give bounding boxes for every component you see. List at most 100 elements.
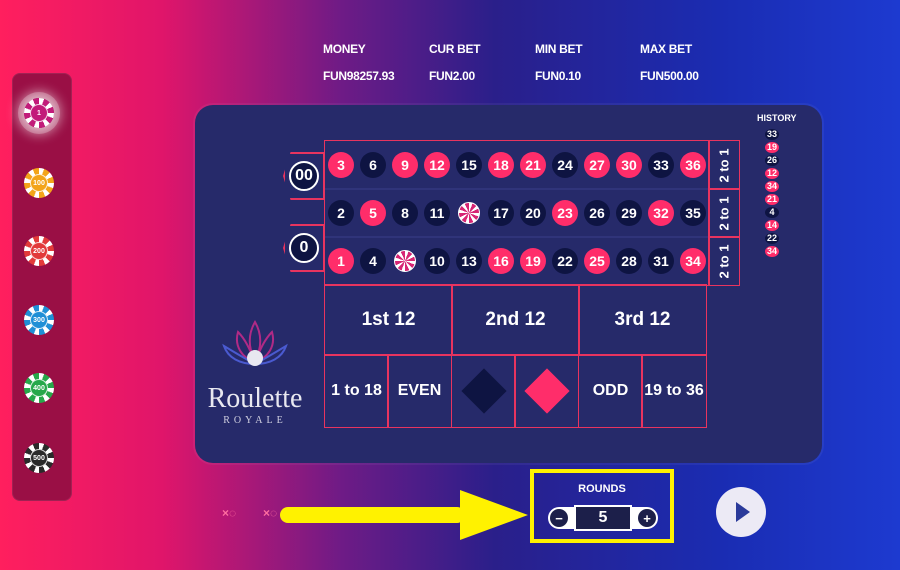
number-label: 20 <box>520 200 546 226</box>
number-cell[interactable]: 36 <box>677 141 709 189</box>
number-cell[interactable]: 32 <box>645 189 677 237</box>
lotus-icon <box>222 320 288 366</box>
number-label: 9 <box>392 152 418 178</box>
history-item: 33 <box>765 129 779 140</box>
column-bet-middle[interactable]: 2 to 1 <box>708 188 740 238</box>
number-cell[interactable]: 4 <box>357 237 389 285</box>
play-button[interactable] <box>716 487 766 537</box>
history-item: 12 <box>765 168 779 179</box>
number-cell[interactable]: 23 <box>549 189 581 237</box>
chip-1-label: 1 <box>37 109 41 117</box>
clear-bets-icon[interactable]: ×◌ <box>222 506 236 520</box>
number-cell[interactable]: 3 <box>325 141 357 189</box>
chip-300[interactable]: 300 <box>24 305 54 335</box>
chip-500[interactable]: 500 <box>24 443 54 473</box>
number-cell[interactable]: 12 <box>421 141 453 189</box>
number-label: 28 <box>616 248 642 274</box>
number-cell[interactable]: 34 <box>677 237 709 285</box>
number-cell[interactable]: 11 <box>421 189 453 237</box>
column-bet-bottom[interactable]: 2 to 1 <box>708 236 740 286</box>
bet-1-to-18[interactable]: 1 to 18 <box>324 354 389 428</box>
number-label: 23 <box>552 200 578 226</box>
bet-even[interactable]: EVEN <box>387 354 452 428</box>
number-cell[interactable]: 2 <box>325 189 357 237</box>
rounds-minus-button[interactable]: − <box>550 509 568 527</box>
double-zero-bet[interactable]: 00 <box>283 152 325 200</box>
annotation-arrow <box>280 490 528 540</box>
number-cell[interactable]: 15 <box>453 141 485 189</box>
max-bet-stat: MAX BET FUN500.00 <box>640 42 699 83</box>
chip-200[interactable]: 200 <box>24 236 54 266</box>
chip-400-label: 400 <box>33 384 45 392</box>
number-cell[interactable]: 17 <box>485 189 517 237</box>
history-panel: HISTORY 33 19 26 12 34 21 4 14 22 34 <box>757 113 797 259</box>
history-item: 21 <box>765 194 779 205</box>
number-cell[interactable]: 21 <box>517 141 549 189</box>
number-cell[interactable]: 9 <box>389 141 421 189</box>
number-label: 18 <box>488 152 514 178</box>
bet-1-to-18-label: 1 to 18 <box>331 382 382 399</box>
chip-100[interactable]: 100 <box>24 168 54 198</box>
number-cell[interactable]: 13 <box>453 237 485 285</box>
number-cell[interactable]: 30 <box>613 141 645 189</box>
bet-19-to-36[interactable]: 19 to 36 <box>641 354 707 428</box>
number-cell[interactable]: 6 <box>357 141 389 189</box>
number-cell[interactable]: 20 <box>517 189 549 237</box>
rounds-plus-button[interactable]: + <box>638 509 656 527</box>
zero-bet[interactable]: 0 <box>283 224 325 272</box>
number-cell[interactable]: 33 <box>645 141 677 189</box>
number-cell[interactable]: 8 <box>389 189 421 237</box>
placed-chip-icon <box>394 250 416 272</box>
number-cell[interactable]: 35 <box>677 189 709 237</box>
number-cell[interactable] <box>453 189 485 237</box>
number-cell[interactable]: 5 <box>357 189 389 237</box>
number-label: 8 <box>392 200 418 226</box>
number-cell[interactable]: 10 <box>421 237 453 285</box>
number-cell[interactable]: 28 <box>613 237 645 285</box>
column-bet-bottom-label: 2 to 1 <box>716 244 732 278</box>
number-cell[interactable]: 25 <box>581 237 613 285</box>
history-item: 4 <box>765 207 779 218</box>
max-bet-value: FUN500.00 <box>640 69 699 83</box>
current-bet-stat: CUR BET FUN2.00 <box>429 42 481 83</box>
undo-bet-icon[interactable]: ×◌ <box>263 506 277 520</box>
bet-odd-label: ODD <box>592 382 629 399</box>
dozen-1st[interactable]: 1st 12 <box>324 284 453 356</box>
number-cell[interactable] <box>389 237 421 285</box>
number-label: 4 <box>360 248 386 274</box>
dozen-1st-label: 1st 12 <box>361 309 416 330</box>
dozen-2nd[interactable]: 2nd 12 <box>451 284 580 356</box>
bet-odd[interactable]: ODD <box>578 354 643 428</box>
number-cell[interactable]: 27 <box>581 141 613 189</box>
number-cell[interactable]: 29 <box>613 189 645 237</box>
chip-400[interactable]: 400 <box>24 373 54 403</box>
number-label: 33 <box>648 152 674 178</box>
max-bet-label: MAX BET <box>640 42 692 56</box>
number-cell[interactable]: 19 <box>517 237 549 285</box>
number-cell[interactable]: 22 <box>549 237 581 285</box>
number-label: 21 <box>520 152 546 178</box>
chip-1[interactable]: 1 <box>24 98 54 128</box>
number-cell[interactable]: 16 <box>485 237 517 285</box>
column-bet-top[interactable]: 2 to 1 <box>708 140 740 190</box>
bet-19-to-36-label: 19 to 36 <box>644 382 704 399</box>
number-cell[interactable]: 24 <box>549 141 581 189</box>
number-label: 17 <box>488 200 514 226</box>
rounds-value[interactable]: 5 <box>574 505 632 531</box>
min-bet-label: MIN BET <box>535 42 583 56</box>
number-cell[interactable]: 26 <box>581 189 613 237</box>
current-bet-label: CUR BET <box>429 42 481 56</box>
number-cell[interactable]: 18 <box>485 141 517 189</box>
history-item: 14 <box>765 220 779 231</box>
number-cell[interactable]: 31 <box>645 237 677 285</box>
column-bet-middle-label: 2 to 1 <box>716 196 732 230</box>
dozen-3rd[interactable]: 3rd 12 <box>578 284 707 356</box>
number-cell[interactable]: 1 <box>325 237 357 285</box>
bet-black[interactable] <box>451 354 516 428</box>
bet-red[interactable] <box>514 354 579 428</box>
black-diamond-icon <box>460 368 507 414</box>
number-label: 19 <box>520 248 546 274</box>
rounds-label: ROUNDS <box>578 483 626 495</box>
column-bet-top-label: 2 to 1 <box>716 148 732 182</box>
history-list: 33 19 26 12 34 21 4 14 22 34 <box>757 129 787 257</box>
